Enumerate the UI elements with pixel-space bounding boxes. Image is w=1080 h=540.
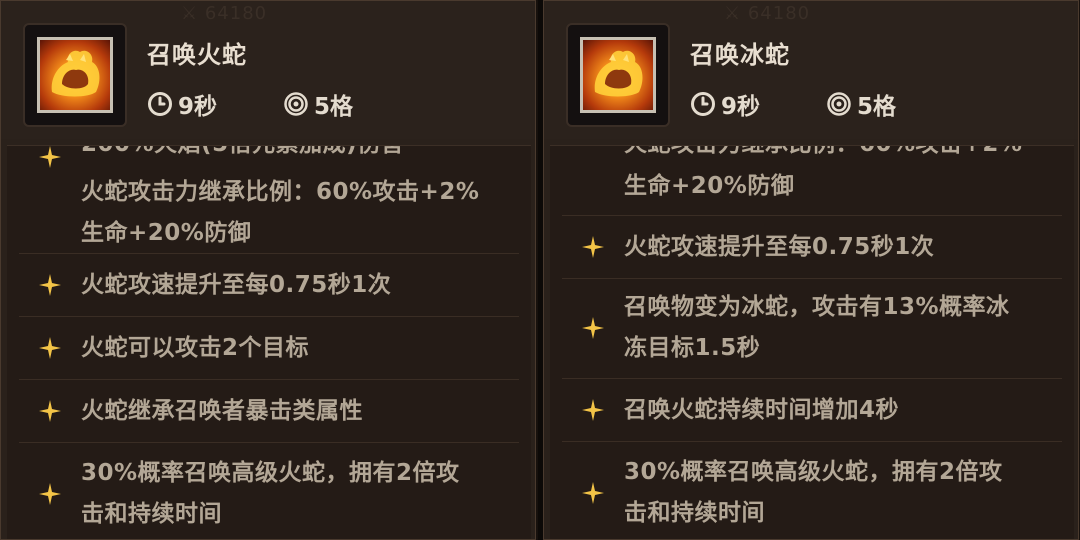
clock-icon — [148, 92, 172, 116]
skill-effects-list[interactable]: 火蛇攻击力继承比例：60%攻击+2% 生命+20%防御 火蛇攻速提升至每0.75… — [550, 145, 1074, 539]
effect-text: 召唤火蛇持续时间增加4秒 — [624, 397, 900, 423]
skill-panel-fire-snake: ⚔ 64180 召唤火蛇 9秒 5格 火蛇攻击力继承比例：60%攻击+2% 生命… — [0, 0, 536, 540]
effect-text: 火蛇攻速提升至每0.75秒1次 — [81, 272, 392, 298]
skill-icon-frame[interactable] — [566, 23, 670, 127]
target-icon — [284, 92, 308, 116]
list-item-partial: 火蛇攻击力继承比例：60%攻击+2% — [562, 146, 1062, 166]
list-item: 召唤火蛇持续时间增加4秒 — [562, 379, 1062, 442]
list-item: 火蛇攻击力继承比例：60%攻击+2% 生命+20%防御 — [19, 172, 519, 254]
effect-text: 火蛇攻击力继承比例：60%攻击+2% 生命+20%防御 — [81, 179, 480, 246]
cooldown-value: 9秒 — [178, 94, 218, 120]
range-stat: 5格 — [283, 87, 353, 121]
list-item-partial: 200%火焰(5倍元素加成)伤害 — [19, 146, 519, 172]
cooldown-stat: 9秒 — [690, 87, 760, 121]
effect-text: 30%概率召唤高级火蛇，拥有2倍攻 击和持续时间 — [81, 460, 460, 527]
sparkle-star-icon — [582, 482, 604, 504]
effect-text: 火蛇可以攻击2个目标 — [81, 335, 310, 361]
range-stat: 5格 — [826, 87, 896, 121]
partial-text: 200%火焰(5倍元素加成)伤害 — [81, 146, 509, 165]
list-item: 火蛇攻速提升至每0.75秒1次 — [19, 254, 519, 317]
skill-header: ⚔ 64180 召唤火蛇 9秒 5格 — [1, 1, 535, 139]
sparkle-star-icon — [582, 236, 604, 258]
background-ghost-text: ⚔ 64180 — [181, 3, 268, 24]
list-item: 召唤物变为冰蛇，攻击有13%概率冰 冻目标1.5秒 — [562, 279, 1062, 379]
effect-text: 召唤物变为冰蛇，攻击有13%概率冰 冻目标1.5秒 — [624, 294, 1010, 361]
effect-text: 生命+20%防御 — [624, 173, 795, 199]
effect-text: 火蛇攻速提升至每0.75秒1次 — [624, 234, 935, 260]
clock-icon — [691, 92, 715, 116]
list-item: 火蛇攻速提升至每0.75秒1次 — [562, 216, 1062, 279]
skill-icon-frame[interactable] — [23, 23, 127, 127]
effect-text: 火蛇继承召唤者暴击类属性 — [81, 398, 363, 424]
list-item: 生命+20%防御 — [562, 166, 1062, 216]
effect-text: 30%概率召唤高级火蛇，拥有2倍攻 击和持续时间 — [624, 459, 1003, 526]
target-icon — [827, 92, 851, 116]
skill-panel-ice-snake: ⚔ 64180 召唤冰蛇 9秒 5格 生命+20%防御 火蛇攻速提升至每0.75… — [543, 0, 1079, 540]
cooldown-stat: 9秒 — [147, 87, 217, 121]
skill-name: 召唤火蛇 — [147, 41, 247, 69]
skill-header: ⚔ 64180 召唤冰蛇 9秒 5格 — [544, 1, 1078, 139]
cooldown-value: 9秒 — [721, 94, 761, 120]
list-item: 30%概率召唤高级火蛇，拥有2倍攻 击和持续时间 — [19, 443, 519, 539]
sparkle-star-icon — [39, 146, 61, 168]
partial-text: 火蛇攻击力继承比例：60%攻击+2% — [624, 146, 1052, 165]
sparkle-star-icon — [39, 337, 61, 359]
sparkle-star-icon — [582, 317, 604, 339]
flame-beast-icon — [580, 37, 656, 113]
flame-beast-icon — [37, 37, 113, 113]
range-value: 5格 — [314, 94, 354, 120]
sparkle-star-icon — [39, 274, 61, 296]
range-value: 5格 — [857, 94, 897, 120]
sparkle-star-icon — [39, 483, 61, 505]
sparkle-star-icon — [582, 399, 604, 421]
game-ui: ⚔ 64180 召唤火蛇 9秒 5格 火蛇攻击力继承比例：60%攻击+2% 生命… — [0, 0, 1080, 540]
background-ghost-text: ⚔ 64180 — [724, 3, 811, 24]
list-item: 火蛇继承召唤者暴击类属性 — [19, 380, 519, 443]
skill-effects-list[interactable]: 200%火焰(5倍元素加成)伤害 火蛇攻击力继承比例：60%攻击+2% 生命+2… — [7, 145, 531, 539]
skill-name: 召唤冰蛇 — [690, 41, 790, 69]
list-item: 30%概率召唤高级火蛇，拥有2倍攻 击和持续时间 — [562, 442, 1062, 539]
list-item: 火蛇可以攻击2个目标 — [19, 317, 519, 380]
sparkle-star-icon — [39, 400, 61, 422]
